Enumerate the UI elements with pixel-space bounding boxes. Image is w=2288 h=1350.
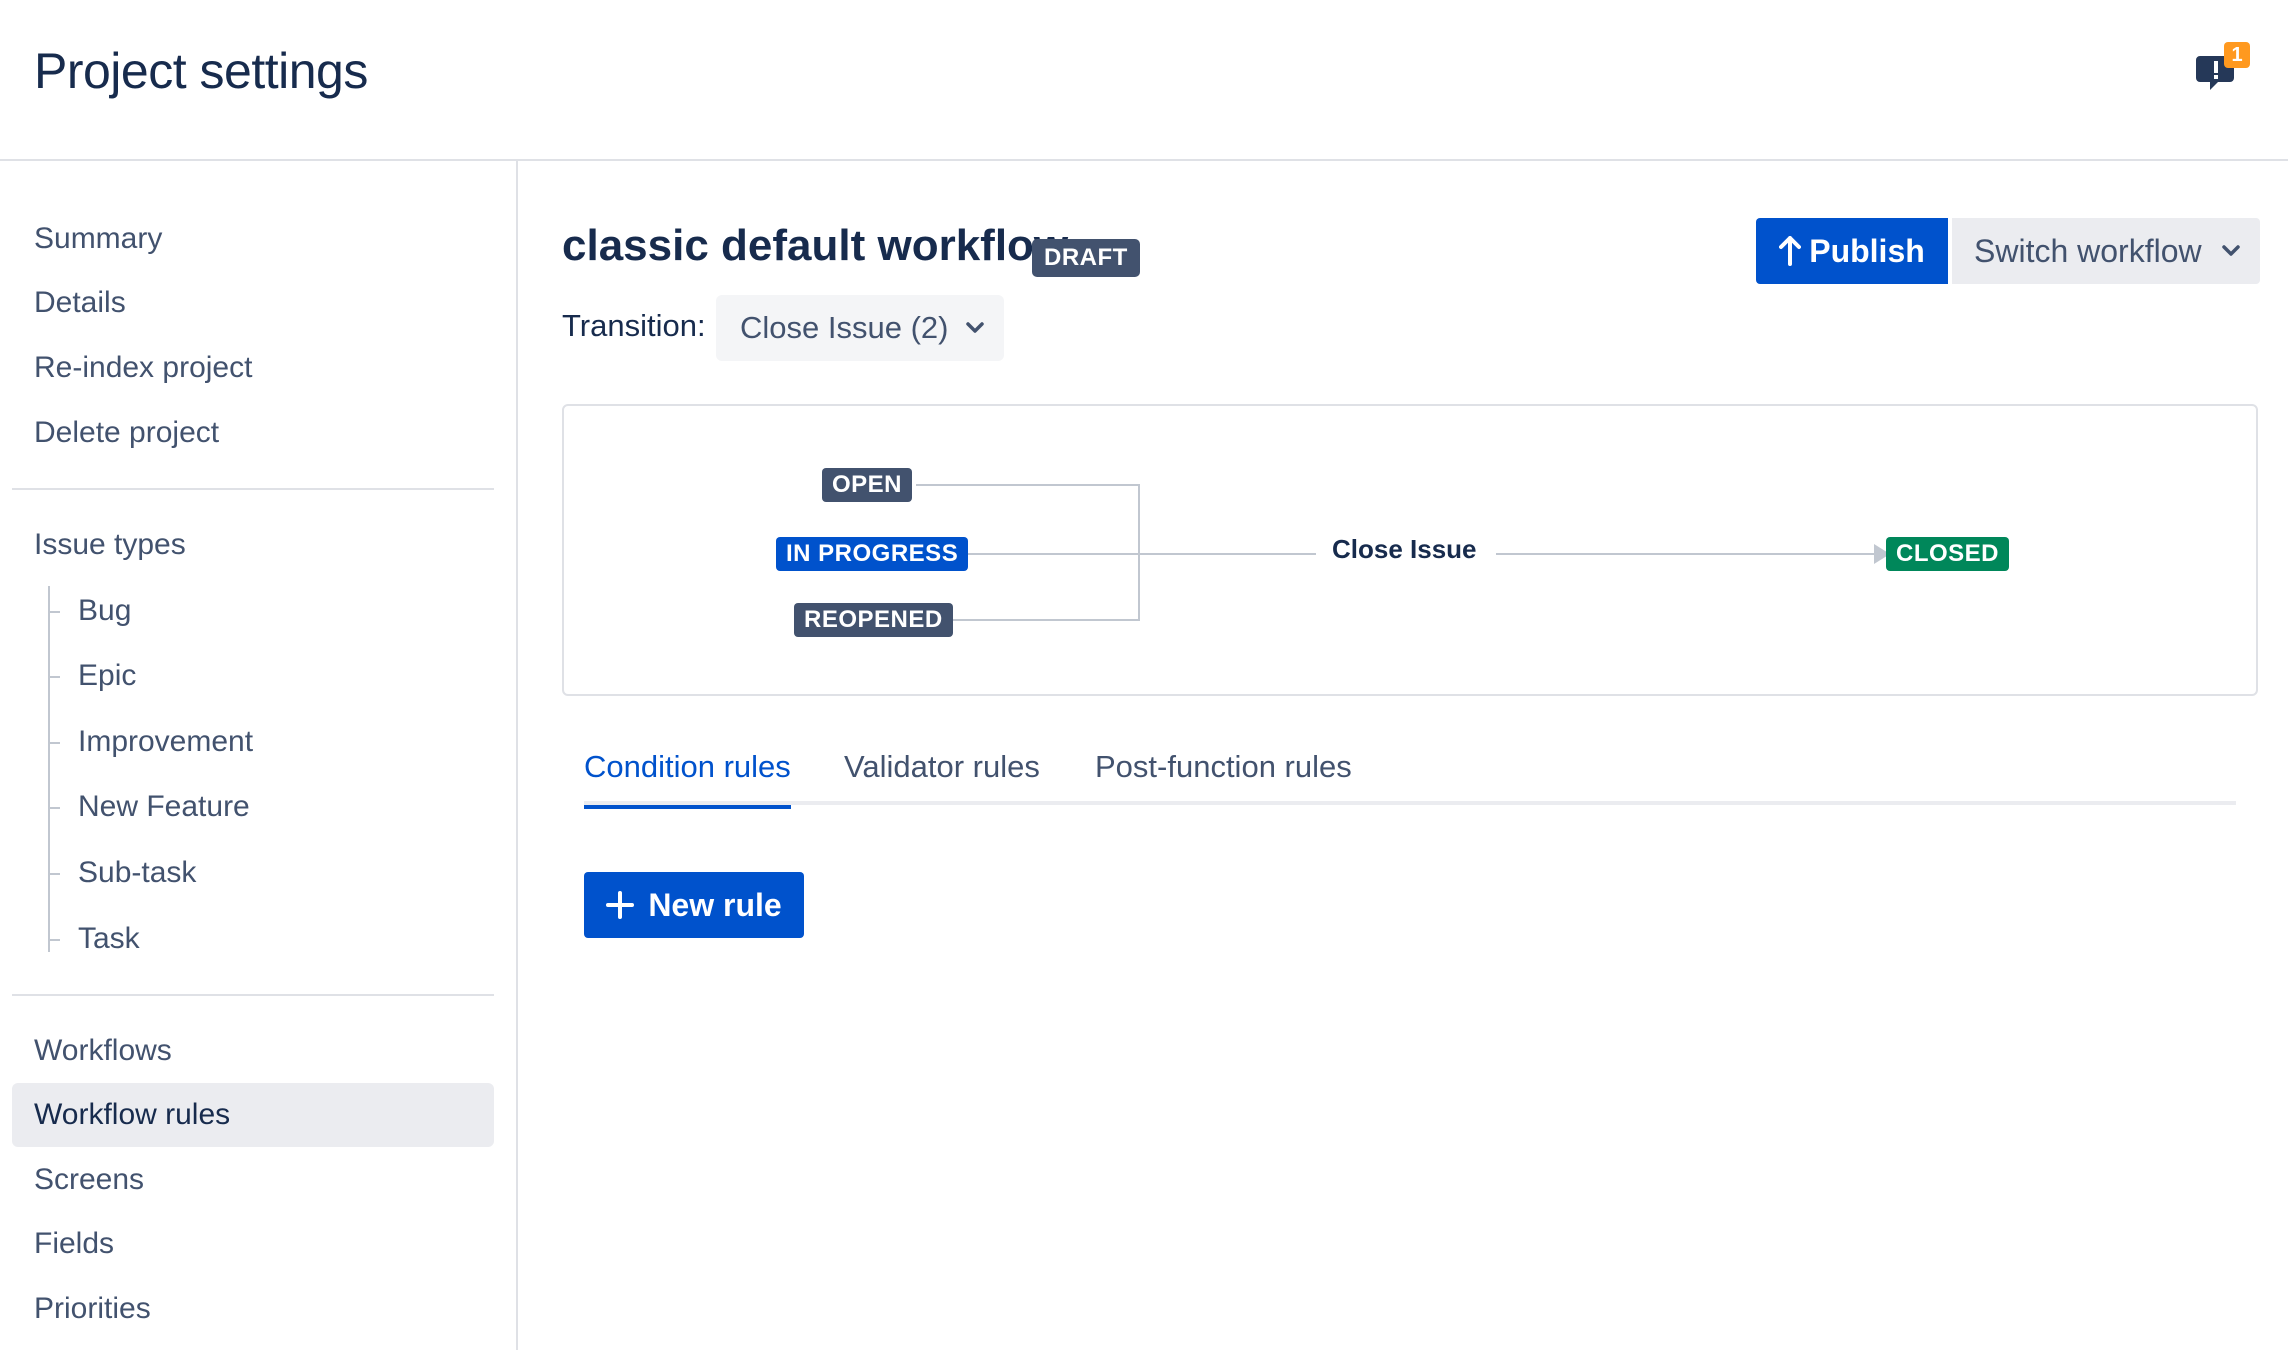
sidebar-divider [12, 994, 494, 996]
sidebar-item-fields[interactable]: Fields [12, 1212, 494, 1276]
sidebar-item-reindex[interactable]: Re-index project [12, 336, 494, 400]
sidebar-item-workflows[interactable]: Workflows [12, 1019, 494, 1083]
workflow-title: classic default workflow [562, 221, 1069, 270]
sidebar-subitem-new-feature[interactable]: New Feature [48, 777, 250, 837]
sidebar-item-issue-types[interactable]: Issue types [12, 513, 494, 577]
status-in-progress: IN PROGRESS [776, 537, 969, 571]
sidebar-subitem-bug[interactable]: Bug [48, 581, 131, 641]
transition-diagram: OPEN IN PROGRESS REOPENED Close Issue CL… [562, 404, 2258, 696]
tab-condition-rules[interactable]: Condition rules [584, 749, 791, 809]
sidebar-subitem-sub-task[interactable]: Sub-task [48, 843, 196, 903]
tab-validator-rules[interactable]: Validator rules [844, 749, 1040, 805]
rule-tabs: Condition rules Validator rules Post-fun… [584, 749, 2236, 809]
publish-button[interactable]: Publish [1756, 218, 1948, 284]
status-closed: CLOSED [1886, 537, 2010, 571]
plus-icon [606, 891, 635, 919]
transition-select[interactable]: Close Issue (2) [716, 295, 1004, 361]
sidebar-subitem-improvement[interactable]: Improvement [48, 712, 253, 772]
sidebar-divider [12, 488, 494, 490]
page-title: Project settings [34, 43, 368, 99]
arrow-up-icon [1779, 236, 1802, 266]
notification-count: 1 [2231, 43, 2243, 66]
sidebar-item-workflow-rules[interactable]: Workflow rules [12, 1083, 494, 1147]
sidebar-item-screens[interactable]: Screens [12, 1148, 494, 1212]
transition-name: Close Issue [1332, 534, 1477, 564]
sidebar-item-priorities[interactable]: Priorities [12, 1277, 494, 1341]
status-reopened: REOPENED [794, 603, 953, 637]
tab-post-function-rules[interactable]: Post-function rules [1095, 749, 1352, 805]
page-header: Project settings 1 [0, 0, 2288, 161]
sidebar-subitem-epic[interactable]: Epic [48, 646, 136, 706]
sidebar: Summary Details Re-index project Delete … [0, 161, 518, 1350]
new-rule-button[interactable]: New rule [584, 872, 804, 938]
draft-badge: DRAFT [1032, 239, 1140, 277]
chevron-down-icon [2222, 245, 2240, 256]
sidebar-item-summary[interactable]: Summary [12, 207, 494, 271]
chevron-down-icon [966, 322, 984, 333]
sidebar-item-delete-project[interactable]: Delete project [12, 401, 494, 465]
sidebar-item-details[interactable]: Details [12, 271, 494, 335]
status-open: OPEN [822, 468, 913, 502]
switch-workflow-button[interactable]: Switch workflow [1952, 218, 2260, 284]
sidebar-subitem-task[interactable]: Task [48, 909, 140, 969]
feedback-button[interactable]: 1 [2196, 42, 2252, 98]
main-content: classic default workflow DRAFT Publish S… [520, 161, 2288, 1350]
transition-label: Transition: [562, 308, 706, 343]
